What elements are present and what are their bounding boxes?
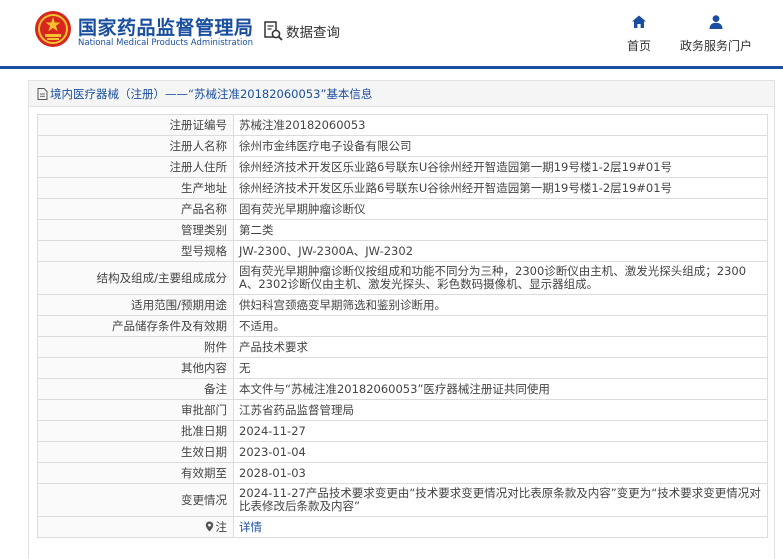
table-row: 变更情况 2024-11-27产品技术要求变更由“技术要求变更情况对比表原条款及… (37, 483, 768, 517)
row-label: 备注 (37, 378, 234, 400)
table-row: 有效期至 2028-01-03 (37, 462, 768, 484)
row-value: 2028-01-03 (233, 462, 768, 484)
row-value: 本文件与“苏械注准20182060053”医疗器械注册证共同使用 (233, 378, 768, 400)
row-label: 注 (215, 519, 228, 534)
document-search-icon (264, 21, 283, 41)
row-value: 2024-11-27 (233, 420, 768, 442)
row-value: 徐州经济技术开发区乐业路6号联东U谷徐州经开智造园第一期19号楼1-2层19#0… (233, 156, 768, 178)
table-row: 产品名称 固有荧光早期肿瘤诊断仪 (37, 198, 768, 220)
table-row: 注 详情 (37, 516, 768, 538)
row-label: 附件 (37, 336, 234, 358)
row-label: 审批部门 (37, 399, 234, 421)
nav-service-label: 政务服务门户 (679, 39, 752, 53)
row-value: 徐州经济技术开发区乐业路6号联东U谷徐州经开智造园第一期19号楼1-2层19#0… (233, 177, 768, 199)
nav-service-portal[interactable]: 政务服务门户 (676, 14, 756, 54)
row-label: 有效期至 (37, 462, 234, 484)
row-value: 徐州市金纬医疗电子设备有限公司 (233, 135, 768, 157)
note-label-cell: 注 (37, 516, 234, 538)
table-row: 注册证编号 苏械注准20182060053 (37, 114, 768, 136)
brand-name-cn: 国家药品监督管理局 (78, 17, 254, 39)
row-label: 注册证编号 (37, 114, 234, 136)
row-label: 其他内容 (37, 357, 234, 379)
site-header: 国家药品监督管理局 National Medical Products Admi… (0, 0, 783, 66)
row-label: 生产地址 (37, 177, 234, 199)
table-row: 备注 本文件与“苏械注准20182060053”医疗器械注册证共同使用 (37, 378, 768, 400)
row-value: 固有荧光早期肿瘤诊断仪 (233, 198, 768, 220)
row-label: 产品名称 (37, 198, 234, 220)
row-value: 2024-11-27产品技术要求变更由“技术要求变更情况对比表原条款及内容”变更… (233, 483, 768, 517)
table-row: 注册人名称 徐州市金纬医疗电子设备有限公司 (37, 135, 768, 157)
row-value: 苏械注准20182060053 (233, 114, 768, 136)
table-row: 其他内容 无 (37, 357, 768, 379)
panel-header: 境内医疗器械（注册）——“苏械注准20182060053”基本信息 (29, 81, 774, 107)
table-row: 附件 产品技术要求 (37, 336, 768, 358)
row-value: 无 (233, 357, 768, 379)
panel-title: 境内医疗器械（注册）——“苏械注准20182060053”基本信息 (50, 86, 373, 101)
header-divider (0, 66, 783, 69)
row-label: 生效日期 (37, 441, 234, 463)
data-query-label: 数据查询 (286, 25, 340, 41)
table-row: 管理类别 第二类 (37, 219, 768, 241)
row-label: 批准日期 (37, 420, 234, 442)
row-value: 固有荧光早期肿瘤诊断仪按组成和功能不同分为三种，2300诊断仪由主机、激发光探头… (233, 261, 768, 295)
row-label: 注册人住所 (37, 156, 234, 178)
row-value: JW-2300、JW-2300A、JW-2302 (233, 240, 768, 262)
location-pin-icon (205, 521, 213, 531)
table-row: 产品储存条件及有效期 不适用。 (37, 315, 768, 337)
table-row: 批准日期 2024-11-27 (37, 420, 768, 442)
data-query-link[interactable]: 数据查询 (262, 20, 340, 42)
table-row: 适用范围/预期用途 供妇科宫颈癌变早期筛选和鉴别诊断用。 (37, 294, 768, 316)
nav-home[interactable]: 首页 (620, 14, 658, 54)
row-label: 产品储存条件及有效期 (37, 315, 234, 337)
row-value: 不适用。 (233, 315, 768, 337)
row-value-cell: 详情 (233, 516, 768, 538)
row-label: 注册人名称 (37, 135, 234, 157)
user-icon (709, 15, 723, 29)
document-icon (37, 87, 48, 100)
row-label: 型号规格 (37, 240, 234, 262)
row-label: 结构及组成/主要组成成分 (37, 261, 234, 295)
row-value: 2023-01-04 (233, 441, 768, 463)
brand-name-en: National Medical Products Administration (78, 38, 253, 48)
table-row: 审批部门 江苏省药品监督管理局 (37, 399, 768, 421)
table-row: 生效日期 2023-01-04 (37, 441, 768, 463)
row-value: 供妇科宫颈癌变早期筛选和鉴别诊断用。 (233, 294, 768, 316)
details-link[interactable]: 详情 (239, 520, 262, 534)
table-row: 结构及组成/主要组成成分 固有荧光早期肿瘤诊断仪按组成和功能不同分为三种，230… (37, 261, 768, 295)
row-value: 产品技术要求 (233, 336, 768, 358)
national-emblem-icon (35, 11, 71, 47)
table-row: 注册人住所 徐州经济技术开发区乐业路6号联东U谷徐州经开智造园第一期19号楼1-… (37, 156, 768, 178)
row-label: 适用范围/预期用途 (37, 294, 234, 316)
info-panel: 境内医疗器械（注册）——“苏械注准20182060053”基本信息 注册证编号 … (28, 80, 775, 559)
nav-home-label: 首页 (626, 39, 651, 53)
table-row: 型号规格 JW-2300、JW-2300A、JW-2302 (37, 240, 768, 262)
home-icon (632, 15, 646, 28)
row-value: 江苏省药品监督管理局 (233, 399, 768, 421)
row-label: 管理类别 (37, 219, 234, 241)
info-table: 注册证编号 苏械注准20182060053 注册人名称 徐州市金纬医疗电子设备有… (37, 114, 768, 538)
row-value: 第二类 (233, 219, 768, 241)
row-label: 变更情况 (37, 483, 234, 517)
table-row: 生产地址 徐州经济技术开发区乐业路6号联东U谷徐州经开智造园第一期19号楼1-2… (37, 177, 768, 199)
